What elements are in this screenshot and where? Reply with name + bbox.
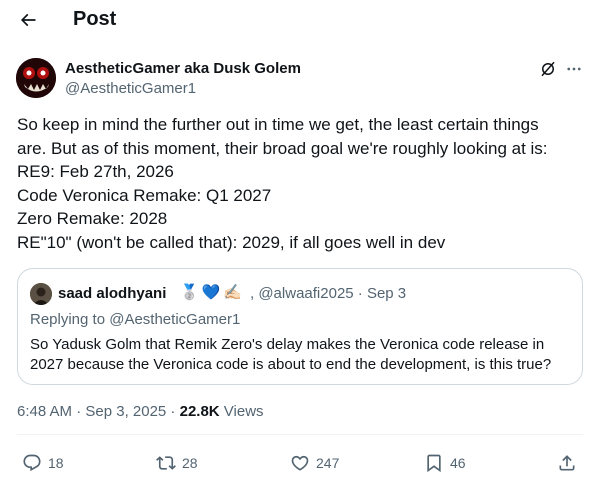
heart-icon — [291, 455, 309, 471]
repost-button[interactable]: 28 — [156, 448, 198, 478]
reply-count: 18 — [48, 455, 64, 471]
share-button[interactable] — [557, 448, 577, 478]
views-count: 22.8K — [179, 403, 220, 420]
quote-avatar-image-icon — [30, 283, 52, 305]
post-line: RE"10" (won't be called that): 2029, if … — [17, 232, 446, 252]
action-bar: 18 28 247 46 — [0, 448, 598, 478]
quote-meta: , @alwaafi2025 · Sep 3 — [250, 285, 407, 302]
post-line: are. But as of this moment, their broad … — [17, 138, 548, 158]
author-name[interactable]: AestheticGamer aka Dusk Golem — [65, 60, 301, 77]
reply-button[interactable]: 18 — [22, 448, 64, 478]
writing-hand-emoji: ✍🏻 — [223, 284, 243, 301]
repost-count: 28 — [182, 455, 198, 471]
quote-avatar[interactable] — [30, 283, 52, 305]
post-line: Zero Remake: 2028 — [17, 209, 168, 228]
views-label: Views — [219, 403, 264, 420]
more-button[interactable] — [562, 58, 586, 80]
quote-line: So Yadusk Golm that Remik Zero's delay m… — [30, 336, 545, 353]
post-line: So keep in mind the further out in time … — [17, 115, 539, 134]
quoted-post[interactable]: saad alodhyani 🥈 💙 ✍🏻 , @alwaafi2025 · S… — [17, 268, 583, 385]
blue-heart-emoji: 💙 — [201, 284, 221, 301]
quote-line: 2027 because the Veronica code is about … — [30, 356, 552, 373]
page-title: Post — [73, 8, 117, 30]
author-handle[interactable]: @AestheticGamer1 — [65, 80, 196, 97]
post-line: Code Veronica Remake: Q1 2027 — [17, 185, 272, 205]
replying-prefix: Replying to — [30, 311, 110, 328]
bookmark-count: 46 — [450, 455, 466, 471]
like-count: 247 — [316, 455, 340, 471]
arrow-left-icon — [20, 13, 36, 27]
avatar[interactable] — [16, 58, 56, 98]
quote-replying-to: Replying to @AestheticGamer1 — [30, 311, 240, 328]
bookmark-icon — [427, 454, 441, 473]
more-dots-icon — [567, 67, 581, 71]
post-line: RE9: Feb 27th, 2026 — [17, 162, 174, 181]
post-text: So keep in mind the further out in time … — [17, 113, 587, 254]
like-button[interactable]: 247 — [290, 448, 339, 478]
share-icon — [559, 455, 575, 471]
bookmark-button[interactable]: 46 — [424, 448, 466, 478]
top-bar: Post — [0, 0, 598, 40]
quote-author-emojis: 🥈 💙 ✍🏻 — [180, 283, 242, 301]
grok-icon — [541, 61, 555, 77]
avatar-face-icon — [16, 58, 56, 98]
silver-medal-emoji: 🥈 — [180, 284, 199, 301]
grok-button[interactable] — [537, 58, 559, 80]
post-timestamp: 6:48 AM · Sep 3, 2025 · 22.8K Views — [17, 403, 264, 420]
replying-handle[interactable]: @AestheticGamer1 — [109, 311, 240, 328]
back-button[interactable] — [14, 6, 42, 34]
reply-bubble-icon — [23, 454, 41, 472]
timestamp-text[interactable]: 6:48 AM · Sep 3, 2025 · — [17, 403, 180, 420]
quote-text: So Yadusk Golm that Remik Zero's delay m… — [30, 335, 578, 375]
divider — [17, 434, 583, 435]
repost-icon — [156, 456, 176, 470]
quote-author-name[interactable]: saad alodhyani — [58, 285, 166, 302]
